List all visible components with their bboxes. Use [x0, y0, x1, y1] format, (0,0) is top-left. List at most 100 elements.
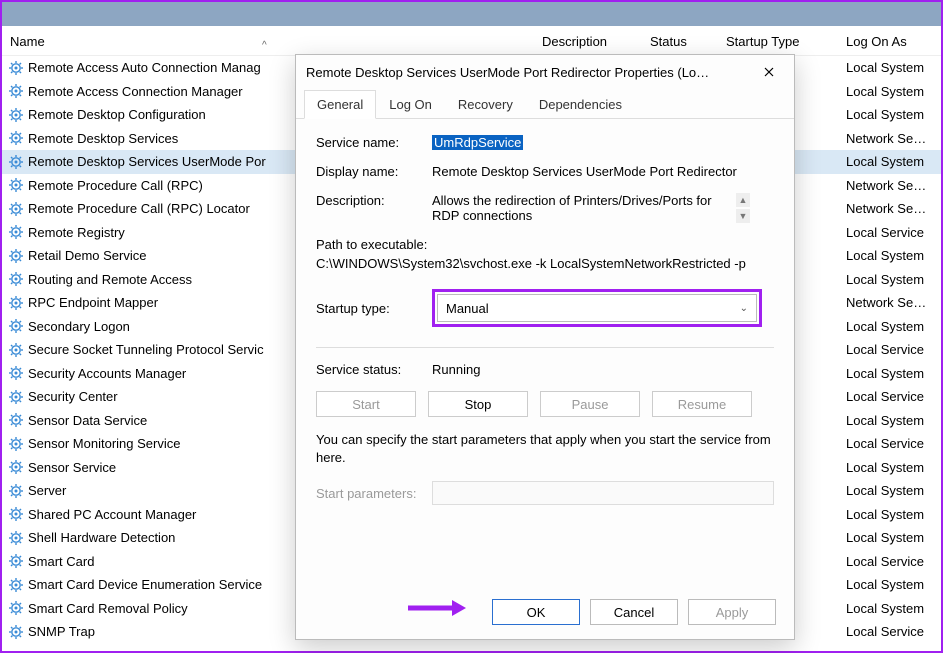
properties-dialog: Remote Desktop Services UserMode Port Re… [295, 54, 795, 640]
start-params-input [432, 481, 774, 505]
service-name-text: Secondary Logon [28, 319, 130, 334]
gear-icon [8, 530, 24, 546]
gear-icon [8, 553, 24, 569]
scroll-up-icon[interactable]: ▲ [736, 193, 750, 207]
column-header-startup[interactable]: Startup Type [726, 34, 846, 49]
service-name-text: Sensor Monitoring Service [28, 436, 180, 451]
service-name-text: Shell Hardware Detection [28, 530, 175, 545]
ok-button[interactable]: OK [492, 599, 580, 625]
service-name-text: Retail Demo Service [28, 248, 147, 263]
gear-icon [8, 295, 24, 311]
service-logon-text: Local System [846, 60, 936, 75]
gear-icon [8, 318, 24, 334]
service-logon-text: Local Service [846, 554, 936, 569]
dialog-title-text: Remote Desktop Services UserMode Port Re… [306, 65, 709, 80]
service-name-text: Sensor Service [28, 460, 116, 475]
label-display-name: Display name: [316, 164, 432, 179]
scroll-down-icon[interactable]: ▼ [736, 209, 750, 223]
cancel-button[interactable]: Cancel [590, 599, 678, 625]
service-logon-text: Local System [846, 577, 936, 592]
chevron-down-icon: ⌄ [740, 303, 748, 314]
gear-icon [8, 577, 24, 593]
dialog-tabs: General Log On Recovery Dependencies [296, 89, 794, 119]
column-header-status[interactable]: Status [650, 34, 726, 49]
service-logon-text: Local System [846, 84, 936, 99]
gear-icon [8, 83, 24, 99]
service-logon-text: Local System [846, 601, 936, 616]
service-name-text: Routing and Remote Access [28, 272, 192, 287]
service-name-text: Remote Access Connection Manager [28, 84, 243, 99]
tab-recovery[interactable]: Recovery [445, 90, 526, 119]
service-name-text: Sensor Data Service [28, 413, 147, 428]
service-logon-text: Local System [846, 154, 936, 169]
value-display-name: Remote Desktop Services UserMode Port Re… [432, 164, 774, 179]
start-button[interactable]: Start [316, 391, 416, 417]
column-header-name[interactable]: Name^ [2, 34, 542, 49]
gear-icon [8, 506, 24, 522]
service-logon-text: Local System [846, 530, 936, 545]
gear-icon [8, 365, 24, 381]
tab-dependencies[interactable]: Dependencies [526, 90, 635, 119]
gear-icon [8, 342, 24, 358]
column-header-description[interactable]: Description [542, 34, 650, 49]
service-logon-text: Local System [846, 272, 936, 287]
column-header-logon[interactable]: Log On As [846, 34, 936, 49]
gear-icon [8, 436, 24, 452]
service-logon-text: Local System [846, 460, 936, 475]
dialog-footer: OK Cancel Apply [492, 599, 776, 625]
value-service-status: Running [432, 362, 774, 377]
value-exe-path: C:\WINDOWS\System32\svchost.exe -k Local… [316, 256, 774, 271]
gear-icon [8, 412, 24, 428]
service-name-text: Secure Socket Tunneling Protocol Servic [28, 342, 264, 357]
divider [316, 347, 774, 348]
arrow-annotation-icon [406, 598, 466, 623]
window-titlebar [2, 2, 941, 26]
service-name-text: Security Center [28, 389, 118, 404]
startup-type-select[interactable]: Manual ⌄ [437, 294, 757, 322]
service-logon-text: Local System [846, 507, 936, 522]
pause-button[interactable]: Pause [540, 391, 640, 417]
service-logon-text: Local System [846, 413, 936, 428]
service-logon-text: Local Service [846, 225, 936, 240]
service-name-text: Server [28, 483, 66, 498]
service-logon-text: Local System [846, 248, 936, 263]
service-name-text: SNMP Trap [28, 624, 95, 639]
service-logon-text: Local Service [846, 342, 936, 357]
service-name-text: Remote Access Auto Connection Manag [28, 60, 261, 75]
stop-button[interactable]: Stop [428, 391, 528, 417]
dialog-body: Service name: UmRdpService Display name:… [296, 119, 794, 515]
service-name-text: Smart Card Device Enumeration Service [28, 577, 262, 592]
gear-icon [8, 600, 24, 616]
apply-button[interactable]: Apply [688, 599, 776, 625]
service-logon-text: Network Se… [846, 201, 936, 216]
column-headers: Name^ Description Status Startup Type Lo… [2, 28, 941, 56]
gear-icon [8, 624, 24, 640]
tab-logon[interactable]: Log On [376, 90, 445, 119]
service-logon-text: Local Service [846, 389, 936, 404]
gear-icon [8, 389, 24, 405]
gear-icon [8, 60, 24, 76]
resume-button[interactable]: Resume [652, 391, 752, 417]
gear-icon [8, 154, 24, 170]
dialog-titlebar[interactable]: Remote Desktop Services UserMode Port Re… [296, 55, 794, 89]
gear-icon [8, 107, 24, 123]
service-name-text: RPC Endpoint Mapper [28, 295, 158, 310]
service-logon-text: Network Se… [846, 131, 936, 146]
startup-type-value: Manual [446, 301, 489, 316]
service-logon-text: Local System [846, 366, 936, 381]
label-service-status: Service status: [316, 362, 432, 377]
value-description[interactable]: Allows the redirection of Printers/Drive… [432, 193, 732, 223]
gear-icon [8, 177, 24, 193]
service-name-text: Security Accounts Manager [28, 366, 186, 381]
value-service-name[interactable]: UmRdpService [432, 135, 523, 150]
gear-icon [8, 130, 24, 146]
service-name-text: Remote Registry [28, 225, 125, 240]
gear-icon [8, 248, 24, 264]
label-service-name: Service name: [316, 135, 432, 150]
tab-general[interactable]: General [304, 90, 376, 119]
service-logon-text: Local Service [846, 436, 936, 451]
label-startup-type: Startup type: [316, 301, 432, 316]
label-description: Description: [316, 193, 432, 208]
sort-indicator-icon: ^ [262, 40, 267, 51]
close-button[interactable] [754, 60, 784, 84]
